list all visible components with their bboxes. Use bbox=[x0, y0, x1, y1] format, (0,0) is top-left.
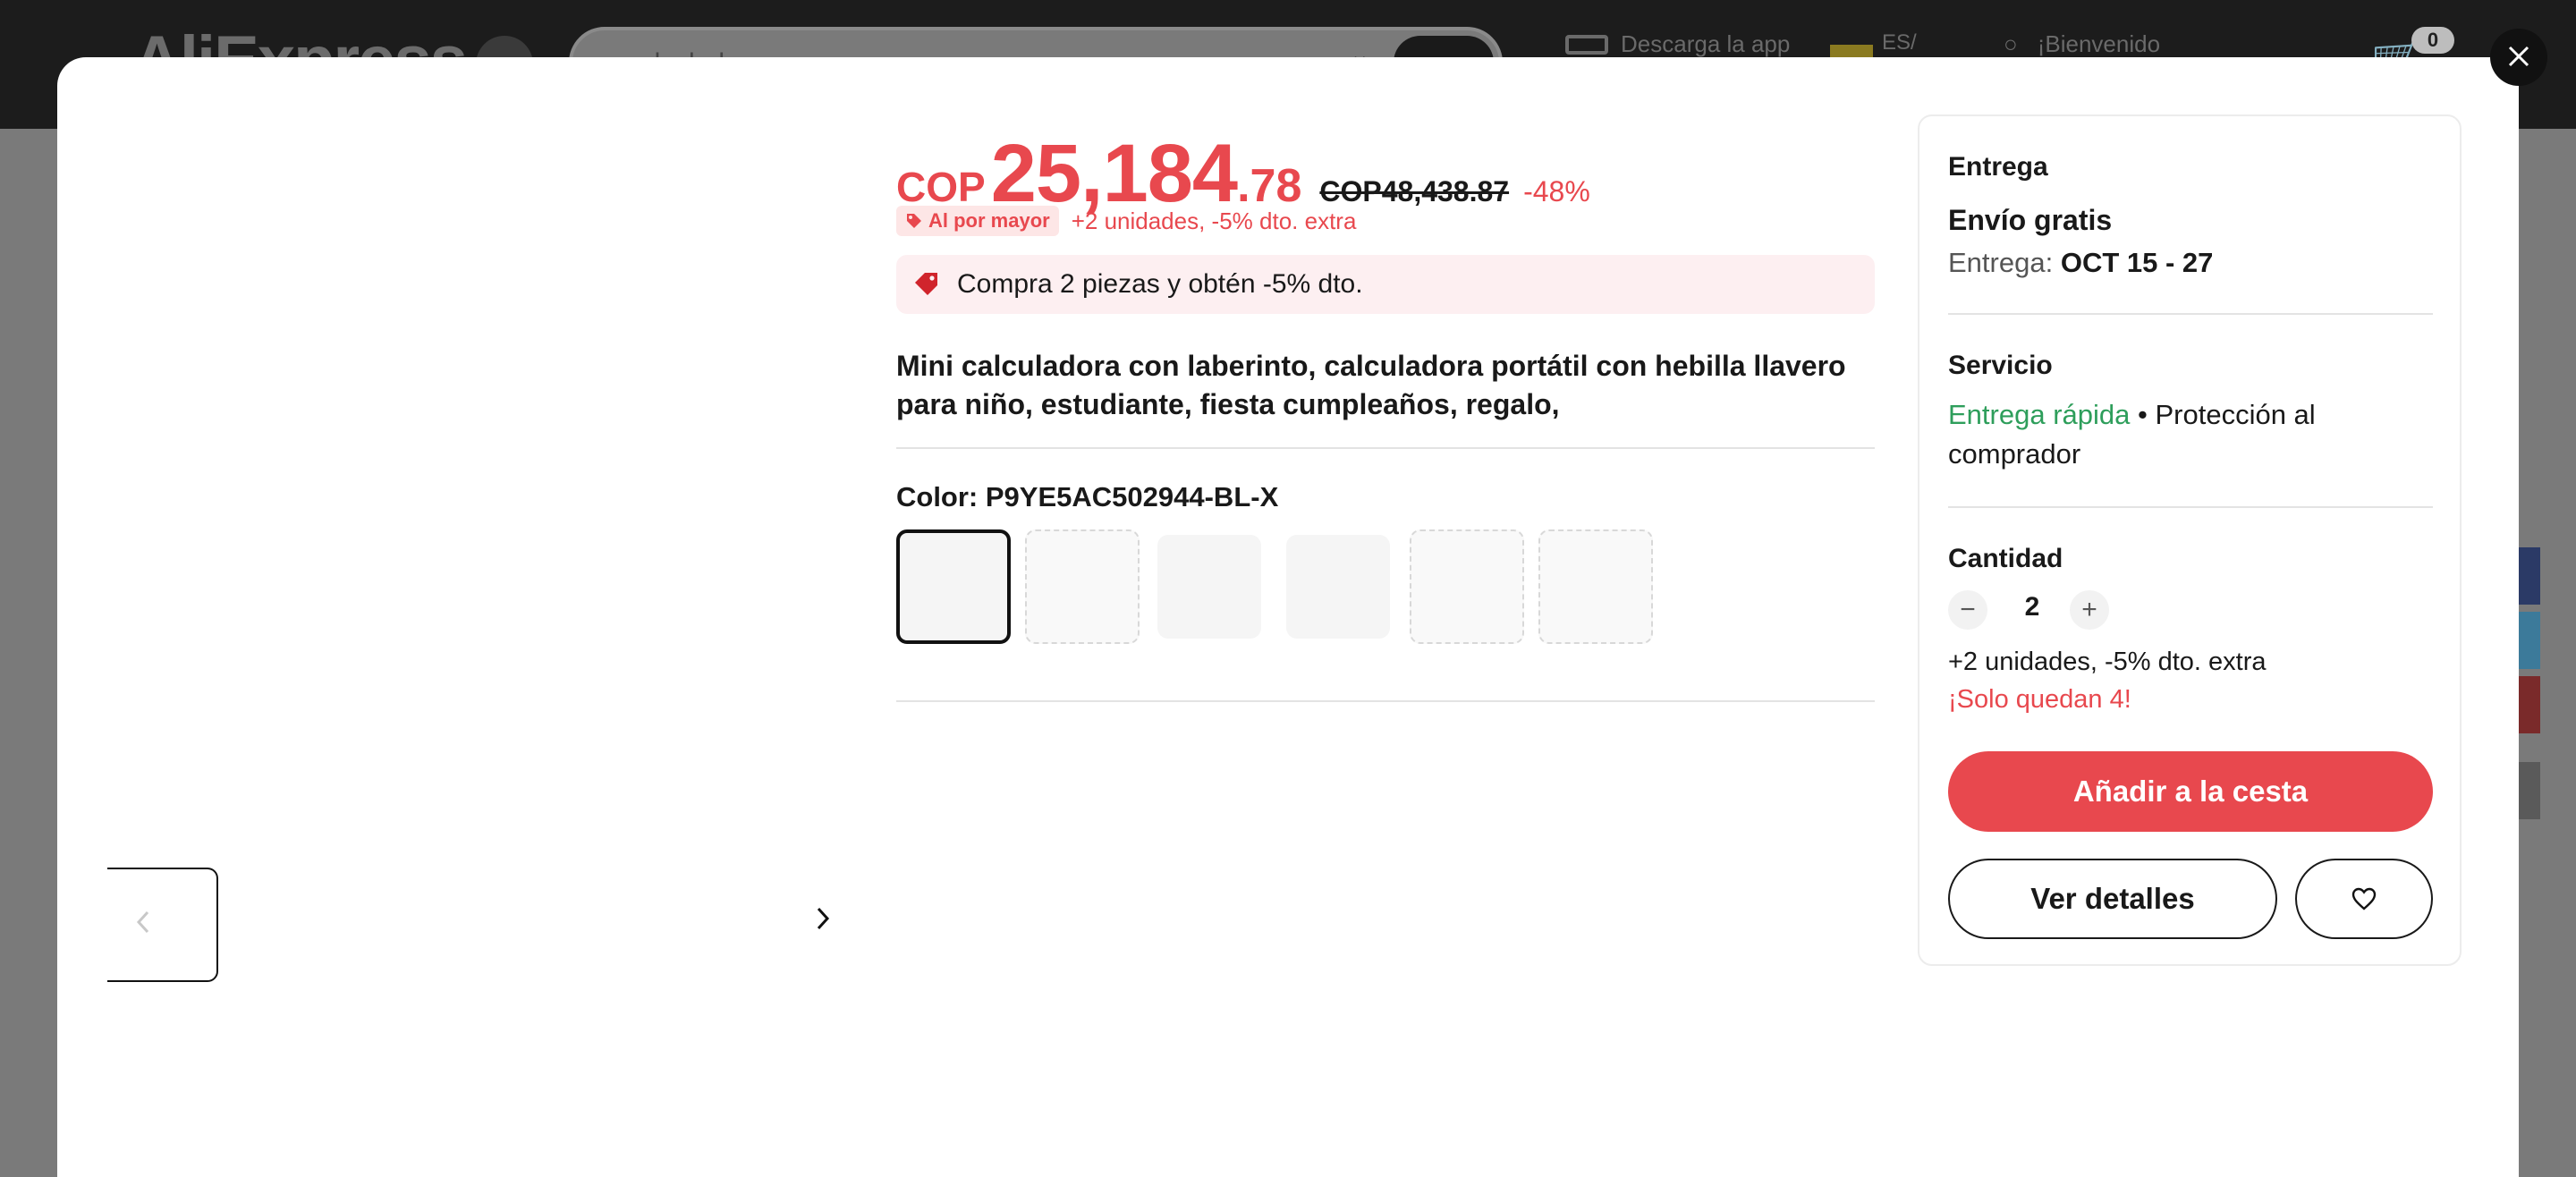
gallery-thumbnail[interactable] bbox=[107, 868, 218, 982]
bulk-badge-label: Al por mayor bbox=[928, 209, 1050, 232]
minus-icon[interactable]: − bbox=[1948, 590, 1987, 630]
product-title: Mini calculadora con laberinto, calculad… bbox=[896, 350, 1846, 420]
view-details-button[interactable]: Ver detalles bbox=[1948, 859, 2277, 939]
service-heading: Servicio bbox=[1948, 351, 2053, 380]
promo-text: Compra 2 piezas y obtén -5% dto. bbox=[957, 269, 1363, 299]
download-app-link: Descarga la app bbox=[1565, 30, 1790, 58]
divider bbox=[896, 700, 1875, 702]
free-shipping-label: Envío gratis bbox=[1948, 204, 2113, 236]
color-swatch[interactable] bbox=[1410, 529, 1524, 644]
plus-icon[interactable]: + bbox=[2070, 590, 2109, 630]
language-selector: ES/ bbox=[1882, 30, 1917, 55]
service-info: Entrega rápida • Protección al comprador bbox=[1948, 395, 2360, 474]
bulk-badge: Al por mayor bbox=[896, 206, 1059, 236]
delivery-date-range: OCT 15 - 27 bbox=[2060, 247, 2214, 278]
color-swatch[interactable] bbox=[1157, 535, 1261, 639]
fast-delivery-label: Entrega rápida bbox=[1948, 399, 2131, 430]
color-swatch[interactable] bbox=[1286, 535, 1390, 639]
chevron-right-icon[interactable] bbox=[814, 905, 832, 940]
color-swatch[interactable] bbox=[1538, 529, 1653, 644]
chevron-left-icon[interactable] bbox=[134, 909, 152, 943]
cart-count-badge: 0 bbox=[2411, 27, 2454, 54]
divider bbox=[1948, 506, 2433, 508]
tag-icon bbox=[907, 214, 921, 228]
discount-percent: -48% bbox=[1523, 175, 1590, 207]
divider bbox=[896, 447, 1875, 449]
color-swatch[interactable] bbox=[896, 529, 1011, 644]
add-to-cart-button[interactable]: Añadir a la cesta bbox=[1948, 751, 2433, 832]
delivery-heading: Entrega bbox=[1948, 152, 2048, 182]
quantity-extra-discount: +2 unidades, -5% dto. extra bbox=[1948, 648, 2267, 676]
wishlist-button[interactable] bbox=[2295, 859, 2433, 939]
delivery-dates: Entrega: OCT 15 - 27 bbox=[1948, 247, 2213, 279]
tag-icon bbox=[915, 273, 937, 295]
bulk-discount-row: Al por mayor +2 unidades, -5% dto. extra bbox=[896, 206, 1356, 236]
divider bbox=[1948, 313, 2433, 315]
price-currency: COP bbox=[896, 164, 986, 210]
quantity-value[interactable]: 2 bbox=[2014, 592, 2050, 622]
qr-icon bbox=[1565, 34, 1608, 55]
welcome-label: ¡Bienvenido bbox=[2037, 30, 2161, 57]
bulk-extra-text: +2 unidades, -5% dto. extra bbox=[1071, 207, 1357, 234]
stock-warning: ¡Solo quedan 4! bbox=[1948, 685, 2131, 714]
color-label: Color: P9YE5AC502944-BL-X bbox=[896, 481, 1279, 512]
product-quick-view-modal: COP 25,184 .78 COP48,438.87 -48% Al por … bbox=[57, 57, 2519, 1177]
delivery-label: Entrega: bbox=[1948, 247, 2054, 278]
promo-banner: Compra 2 piezas y obtén -5% dto. bbox=[896, 255, 1875, 314]
price-decimal: .78 bbox=[1237, 160, 1302, 212]
heart-icon bbox=[2351, 887, 2377, 910]
original-price: COP48,438.87 bbox=[1319, 175, 1510, 207]
color-swatch[interactable] bbox=[1025, 529, 1140, 644]
service-separator: • bbox=[2130, 399, 2156, 430]
account-menu: ○ ¡Bienvenido bbox=[2004, 30, 2160, 58]
close-icon[interactable] bbox=[2490, 29, 2547, 86]
download-app-label: Descarga la app bbox=[1621, 30, 1791, 57]
purchase-panel: Entrega Envío gratis Entrega: OCT 15 - 2… bbox=[1918, 114, 2462, 966]
user-icon: ○ bbox=[2004, 30, 2018, 57]
quantity-heading: Cantidad bbox=[1948, 544, 2063, 573]
